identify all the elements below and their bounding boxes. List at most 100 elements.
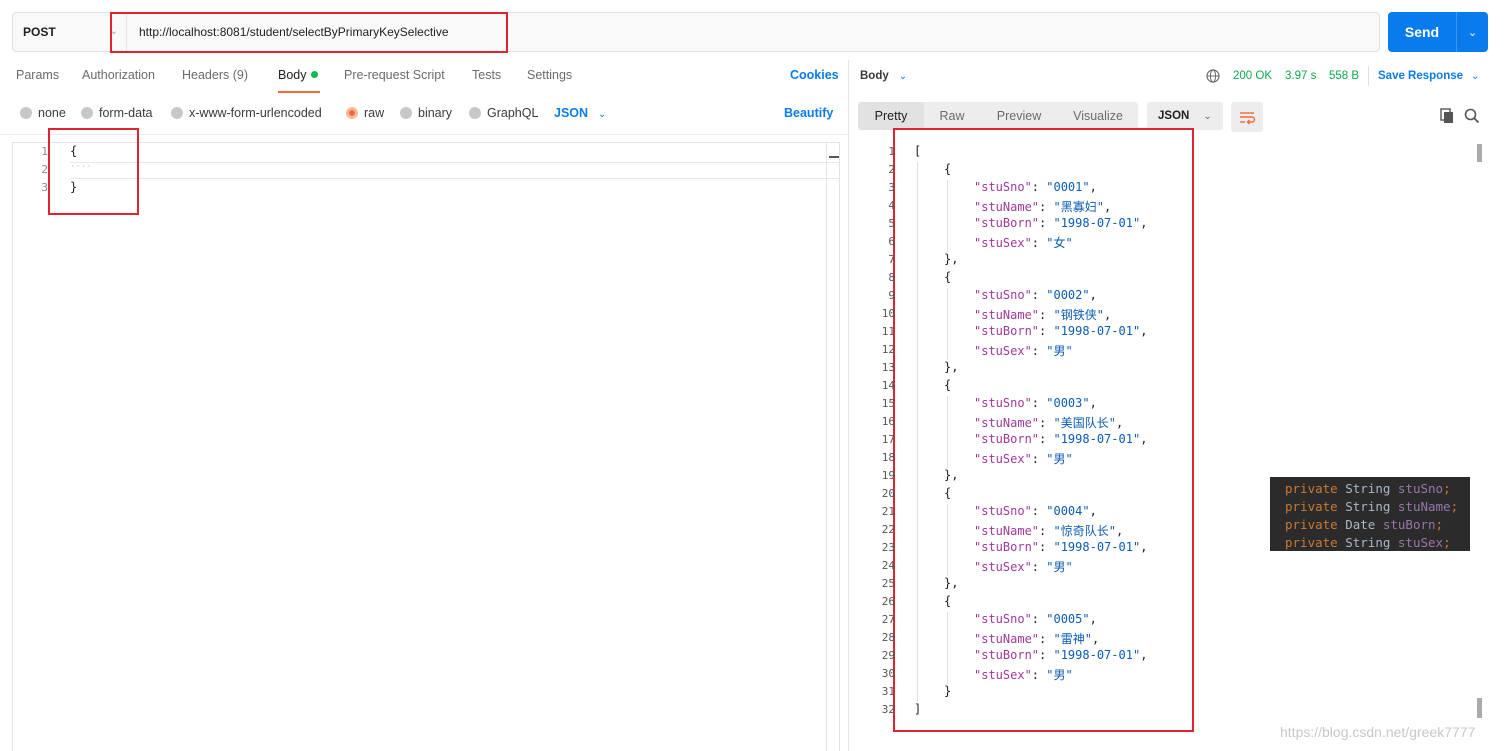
beautify-button[interactable]: Beautify [784, 106, 833, 120]
active-tab-underline [278, 91, 320, 93]
line-number: 1 [41, 145, 48, 158]
tab-preview[interactable]: Preview [980, 102, 1058, 130]
json-line: [ [914, 144, 922, 158]
json-line: "stuSex": "男" [974, 560, 1073, 574]
tab-tests[interactable]: Tests [472, 68, 501, 82]
json-line: }, [944, 360, 959, 374]
response-format-select[interactable]: JSON ⌄ [1147, 102, 1223, 130]
tab-headers[interactable]: Headers (9) [182, 68, 248, 82]
save-response-button[interactable]: Save Response ⌄ [1378, 70, 1479, 82]
watermark: https://blog.csdn.net/greek7777 [1280, 724, 1476, 740]
line-number: 10 [881, 307, 895, 320]
radio-raw[interactable]: raw [346, 106, 384, 120]
scrollbar-thumb[interactable] [1477, 698, 1482, 718]
json-line: "stuSno": "0002", [974, 288, 1097, 302]
tab-pretty[interactable]: Pretty [858, 102, 924, 130]
json-line: "stuBorn": "1998-07-01", [974, 540, 1148, 554]
radio-dot [400, 107, 412, 119]
line-number: 17 [881, 433, 895, 446]
line-number: 22 [881, 523, 895, 536]
chevron-down-icon: ⌄ [1203, 110, 1212, 122]
save-response-label: Save Response [1378, 70, 1464, 82]
radio-dot-selected [346, 107, 358, 119]
search-icon[interactable] [1464, 108, 1480, 124]
json-line: "stuBorn": "1998-07-01", [974, 324, 1148, 338]
json-line: "stuName": "惊奇队长", [974, 524, 1124, 538]
response-body-select[interactable]: Body ⌄ [860, 70, 907, 82]
line-number: 32 [881, 703, 895, 716]
code-snippet-line: private Date stuBorn; [1285, 517, 1444, 532]
json-line: { [944, 594, 952, 608]
line-number: 24 [881, 559, 895, 572]
line-number: 3 [41, 181, 48, 194]
method-label: POST [23, 25, 56, 39]
send-dropdown-chevron-icon[interactable]: ⌄ [1456, 12, 1488, 52]
response-time[interactable]: 3.97 s [1285, 70, 1316, 82]
line-number: 3 [888, 181, 895, 194]
line-number: 6 [888, 235, 895, 248]
tab-raw[interactable]: Raw [924, 102, 980, 130]
json-line: "stuName": "美国队长", [974, 416, 1124, 430]
json-line: { [944, 270, 952, 284]
copy-icon[interactable] [1440, 108, 1454, 124]
line-number: 26 [881, 595, 895, 608]
json-line: "stuSno": "0004", [974, 504, 1097, 518]
editor-scrollbar[interactable] [826, 142, 840, 751]
radio-form-data[interactable]: form-data [81, 106, 153, 120]
line-number: 4 [888, 199, 895, 212]
line-number: 2 [888, 163, 895, 176]
line-number: 29 [881, 649, 895, 662]
tab-visualize[interactable]: Visualize [1058, 102, 1138, 130]
chevron-down-icon: ⌄ [898, 71, 908, 82]
json-line: "stuSex": "男" [974, 344, 1073, 358]
wrap-lines-button[interactable] [1231, 102, 1263, 132]
line-number: 16 [881, 415, 895, 428]
tab-body[interactable]: Body [278, 68, 318, 82]
send-label: Send [1404, 24, 1440, 40]
radio-label: binary [418, 106, 453, 120]
response-scrollbar[interactable] [1476, 142, 1484, 722]
line-number: 9 [888, 289, 895, 302]
scrollbar-thumb[interactable] [1477, 144, 1482, 162]
tab-params[interactable]: Params [16, 68, 59, 82]
radio-label: form-data [99, 106, 153, 120]
json-line: { [944, 486, 952, 500]
tab-authorization[interactable]: Authorization [82, 68, 155, 82]
response-size[interactable]: 558 B [1329, 70, 1359, 82]
line-number: 7 [888, 253, 895, 266]
panel-divider[interactable] [848, 60, 849, 751]
tab-pre-request-script[interactable]: Pre-request Script [344, 68, 445, 82]
response-status[interactable]: 200 OK [1233, 70, 1272, 82]
code-snippet-line: private String stuSex; [1285, 535, 1451, 550]
line-number: 21 [881, 505, 895, 518]
line-number: 15 [881, 397, 895, 410]
radio-graphql[interactable]: GraphQL [469, 106, 538, 120]
radio-none[interactable]: none [20, 106, 66, 120]
indent-guide [947, 612, 948, 684]
radio-binary[interactable]: binary [400, 106, 452, 120]
response-body-label: Body [860, 70, 889, 82]
send-button[interactable]: Send ⌄ [1388, 12, 1488, 52]
line-number: 27 [881, 613, 895, 626]
json-line: { [944, 378, 952, 392]
json-line: } [944, 684, 952, 698]
body-format-select[interactable]: JSON ⌄ [554, 106, 606, 120]
json-line: "stuSno": "0005", [974, 612, 1097, 626]
json-line: { [944, 162, 952, 176]
line-number: 8 [888, 271, 895, 284]
tab-settings[interactable]: Settings [527, 68, 572, 82]
line-number: 30 [881, 667, 895, 680]
radio-label: none [38, 106, 66, 120]
json-line: "stuName": "雷神", [974, 632, 1100, 646]
indent-guide [947, 288, 948, 360]
annotation-box-request-body [48, 128, 139, 215]
cookies-link[interactable]: Cookies [790, 68, 839, 82]
line-number: 14 [881, 379, 895, 392]
radio-x-www-form-urlencoded[interactable]: x-www-form-urlencoded [171, 106, 322, 120]
radio-label: x-www-form-urlencoded [189, 106, 322, 120]
globe-icon[interactable] [1206, 69, 1220, 83]
json-line: "stuName": "黑寡妇", [974, 200, 1112, 214]
scrollbar-thumb[interactable] [829, 156, 839, 158]
request-body-editor[interactable] [12, 142, 840, 751]
code-snippet-line: private String stuName; [1285, 499, 1459, 514]
